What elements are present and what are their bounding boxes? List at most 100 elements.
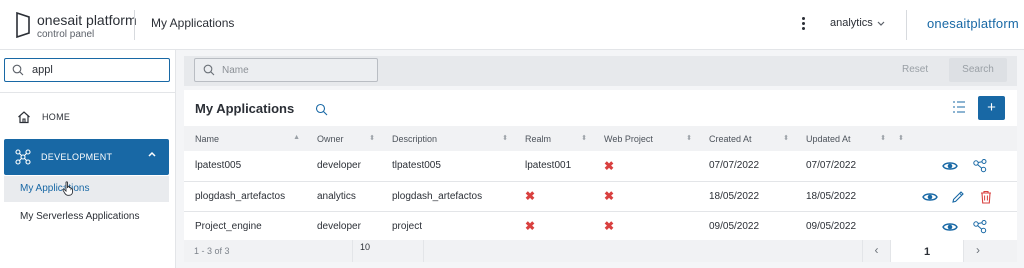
column-label: Created At xyxy=(709,133,752,144)
cell-actions xyxy=(892,181,1017,212)
sidebar-item-label: My Serverless Applications xyxy=(20,211,140,222)
column-header-name[interactable]: Name ▲ xyxy=(184,126,306,151)
sidebar-item-home[interactable]: HOME xyxy=(0,105,175,131)
share-icon[interactable] xyxy=(972,158,988,174)
cell-actions xyxy=(892,211,1017,242)
cell-owner: developer xyxy=(306,151,381,182)
sidebar: appl HOME DEVELOPMENT My Applications My… xyxy=(0,50,176,268)
sort-icon[interactable]: ⬍ xyxy=(369,134,375,142)
sort-icon[interactable]: ⬍ xyxy=(502,134,508,142)
view-eye-icon[interactable] xyxy=(922,189,938,205)
add-application-button[interactable]: + xyxy=(978,96,1005,120)
view-eye-icon[interactable] xyxy=(942,158,958,174)
edit-pencil-icon[interactable] xyxy=(950,189,966,205)
sort-icon[interactable]: ⬍ xyxy=(686,134,692,142)
chevron-up-icon xyxy=(148,151,156,157)
sidebar-item-label: My Applications xyxy=(20,183,90,194)
home-icon xyxy=(18,111,30,124)
cell-web-project-no-icon: ✖ xyxy=(593,151,698,182)
network-nodes-icon xyxy=(15,149,31,165)
sidebar-search-value[interactable]: appl xyxy=(32,64,53,76)
brand-divider xyxy=(906,10,907,40)
cell-name: Project_engine xyxy=(184,211,306,242)
search-icon xyxy=(12,64,24,76)
cell-name: lpatest005 xyxy=(184,151,306,182)
sort-icon[interactable]: ⬍ xyxy=(880,134,886,142)
table-row[interactable]: Project_engine developer project ✖ ✖ 09/… xyxy=(184,211,1017,242)
cell-name: plogdash_artefactos xyxy=(184,181,306,212)
cell-created-at: 07/07/2022 xyxy=(698,151,795,182)
column-header-owner[interactable]: Owner ⬍ xyxy=(306,126,381,151)
page-size-value: 10 xyxy=(360,242,371,252)
column-header-created-at[interactable]: Created At ⬍ xyxy=(698,126,795,151)
column-label: Owner xyxy=(317,133,344,144)
filter-bar: Name Reset Search xyxy=(184,56,1017,86)
sort-icon[interactable]: ⬍ xyxy=(783,134,789,142)
cell-description: project xyxy=(381,211,514,242)
sidebar-search-input[interactable]: appl xyxy=(4,58,170,82)
cell-description: plogdash_artefactos xyxy=(381,181,514,212)
column-header-actions: ⬍ xyxy=(892,126,1017,151)
sidebar-section-label: DEVELOPMENT xyxy=(41,152,113,162)
page-size-select[interactable]: 10 xyxy=(352,240,424,262)
search-icon xyxy=(203,64,215,76)
column-label: Description xyxy=(392,133,438,144)
column-label: Updated At xyxy=(806,133,851,144)
search-button[interactable]: Search xyxy=(949,58,1007,82)
cell-created-at: 09/05/2022 xyxy=(698,211,795,242)
sort-icon[interactable]: ⬍ xyxy=(581,134,587,142)
brand-name[interactable]: onesaitplatform xyxy=(927,16,1019,31)
cell-updated-at: 09/05/2022 xyxy=(795,211,892,242)
next-page-button[interactable]: › xyxy=(964,240,992,262)
pagination-range: 1 - 3 of 3 xyxy=(194,246,230,256)
logo-title[interactable]: onesait platform xyxy=(37,12,137,28)
column-header-realm[interactable]: Realm ⬍ xyxy=(514,126,593,151)
name-filter-placeholder: Name xyxy=(222,65,249,76)
more-options-icon[interactable] xyxy=(799,15,807,35)
search-icon[interactable] xyxy=(315,103,328,116)
cell-owner: analytics xyxy=(306,181,381,212)
cell-description: tlpatest005 xyxy=(381,151,514,182)
hand-cursor-icon xyxy=(62,181,73,196)
previous-page-button[interactable]: ‹ xyxy=(862,240,890,262)
cell-updated-at: 18/05/2022 xyxy=(795,181,892,212)
table-row[interactable]: plogdash_artefactos analytics plogdash_a… xyxy=(184,181,1017,212)
onesait-logo-icon[interactable] xyxy=(15,12,31,38)
column-label: Realm xyxy=(525,133,552,144)
header-divider xyxy=(134,10,135,40)
sort-icon[interactable]: ⬍ xyxy=(898,134,904,142)
reset-button[interactable]: Reset xyxy=(902,64,928,75)
sidebar-section-development[interactable]: DEVELOPMENT xyxy=(4,139,169,175)
list-view-icon[interactable] xyxy=(952,100,966,114)
table-footer: 1 - 3 of 3 10 ‹ 1 › xyxy=(184,240,1017,262)
cell-actions xyxy=(892,151,1017,182)
logo-subtitle: control panel xyxy=(37,29,95,40)
user-menu[interactable]: analytics xyxy=(830,17,873,29)
table-row[interactable]: lpatest005 developer tlpatest005 lpatest… xyxy=(184,151,1017,182)
column-label: Web Project xyxy=(604,133,653,144)
sidebar-item-label: HOME xyxy=(42,112,71,122)
cell-web-project-no-icon: ✖ xyxy=(593,211,698,242)
name-filter-input[interactable]: Name xyxy=(194,58,378,82)
top-bar: onesait platform control panel My Applic… xyxy=(0,0,1024,50)
current-page[interactable]: 1 xyxy=(890,240,964,262)
cell-realm-no-icon: ✖ xyxy=(514,181,593,212)
sidebar-item-my-serverless-applications[interactable]: My Serverless Applications xyxy=(4,206,169,228)
sort-up-icon[interactable]: ▲ xyxy=(293,134,300,141)
chevron-down-icon[interactable] xyxy=(876,19,886,29)
cell-created-at: 18/05/2022 xyxy=(698,181,795,212)
delete-trash-icon[interactable] xyxy=(978,189,994,205)
cell-realm: lpatest001 xyxy=(514,151,593,182)
column-label: Name xyxy=(195,133,220,144)
view-eye-icon[interactable] xyxy=(942,219,958,235)
column-header-web-project[interactable]: Web Project ⬍ xyxy=(593,126,698,151)
column-header-updated-at[interactable]: Updated At ⬍ xyxy=(795,126,892,151)
card-title: My Applications xyxy=(195,101,295,116)
column-header-description[interactable]: Description ⬍ xyxy=(381,126,514,151)
sidebar-divider xyxy=(0,92,175,93)
share-icon[interactable] xyxy=(972,219,988,235)
applications-table: Name ▲ Owner ⬍ Description ⬍ Realm ⬍ Web Pro… xyxy=(184,126,1017,242)
sidebar-item-my-applications[interactable]: My Applications xyxy=(4,176,169,202)
cell-realm-no-icon: ✖ xyxy=(514,211,593,242)
applications-card: My Applications + Name ▲ Owner ⬍ Descripti… xyxy=(184,90,1017,262)
